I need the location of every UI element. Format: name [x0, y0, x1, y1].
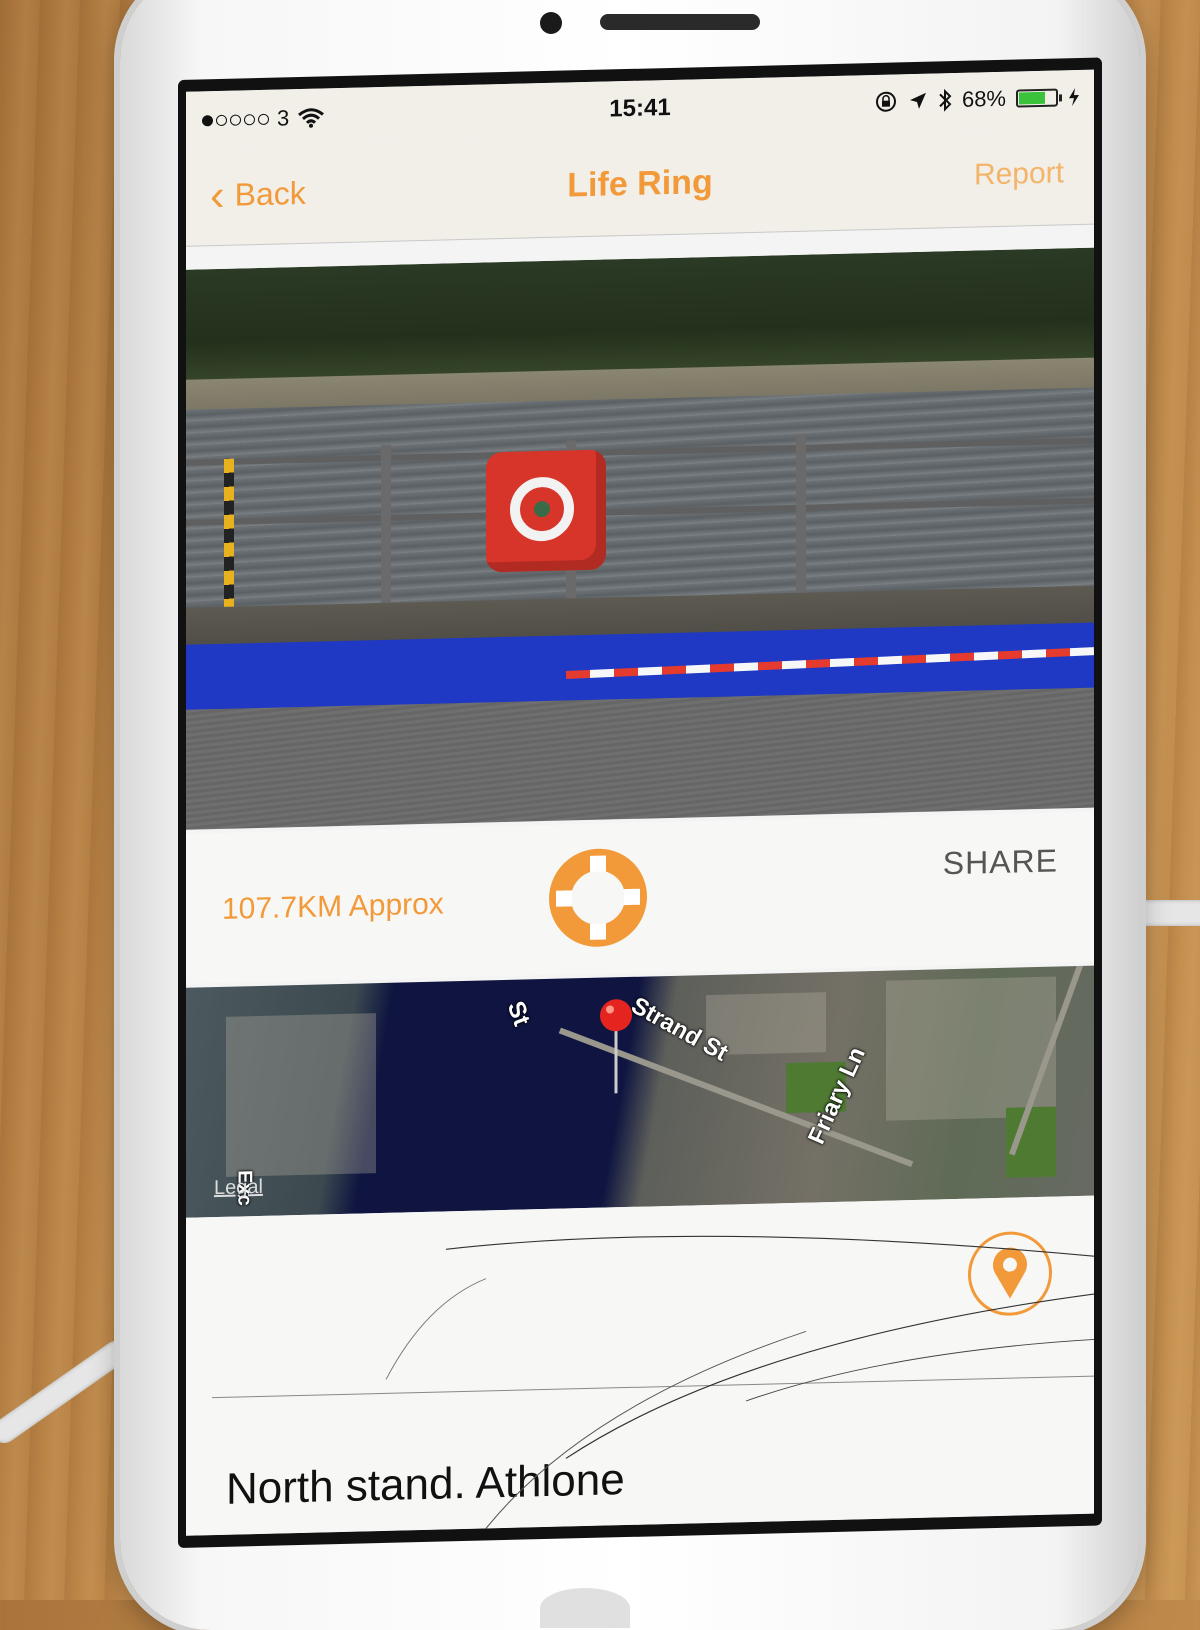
photo-life-ring-box	[486, 449, 606, 573]
info-bar: 107.7KM Approx SHARE	[186, 811, 1094, 984]
bluetooth-icon	[939, 88, 952, 112]
section-divider	[212, 1375, 1094, 1399]
battery-percent: 68%	[961, 85, 1006, 112]
report-button[interactable]: Report	[974, 156, 1064, 192]
photo-pavement	[186, 687, 1094, 830]
map-label-st: St	[501, 997, 536, 1030]
charging-icon	[1069, 88, 1079, 107]
distance-label: 107.7KM Approx	[222, 887, 444, 926]
map-buildings	[226, 1013, 376, 1177]
page-title: Life Ring	[567, 162, 713, 205]
life-ring-photo	[186, 247, 1094, 830]
photo-striped-pole	[224, 458, 234, 609]
status-right: 68%	[874, 84, 1080, 115]
life-ring-icon	[549, 848, 647, 947]
phone-screen: 3 15:41 68% ‹ Back Life Ring Report 107.…	[178, 57, 1102, 1548]
home-button[interactable]	[540, 1588, 630, 1628]
map-legal-link[interactable]: Legal	[214, 1176, 263, 1200]
directions-button[interactable]	[968, 1230, 1052, 1317]
battery-icon	[1016, 88, 1058, 108]
map-pin-icon[interactable]	[596, 997, 636, 1098]
satellite-map[interactable]: Strand St Friary Ln St Exc Legal	[186, 965, 1094, 1218]
earpiece-speaker	[600, 14, 760, 30]
photo-railing-post	[796, 434, 806, 595]
location-arrow-icon	[909, 92, 926, 109]
share-button[interactable]: SHARE	[943, 842, 1058, 882]
app-screen: 3 15:41 68% ‹ Back Life Ring Report 107.…	[186, 69, 1094, 1536]
location-address: North stand. Athlone	[226, 1455, 625, 1514]
front-camera	[540, 12, 562, 34]
photo-railing-post	[381, 444, 391, 606]
lock-rotation-icon	[875, 91, 896, 112]
navigation-bar: ‹ Back Life Ring Report	[186, 125, 1094, 247]
details-section: North stand. Athlone	[186, 1195, 1094, 1536]
location-marker-icon	[993, 1247, 1027, 1299]
